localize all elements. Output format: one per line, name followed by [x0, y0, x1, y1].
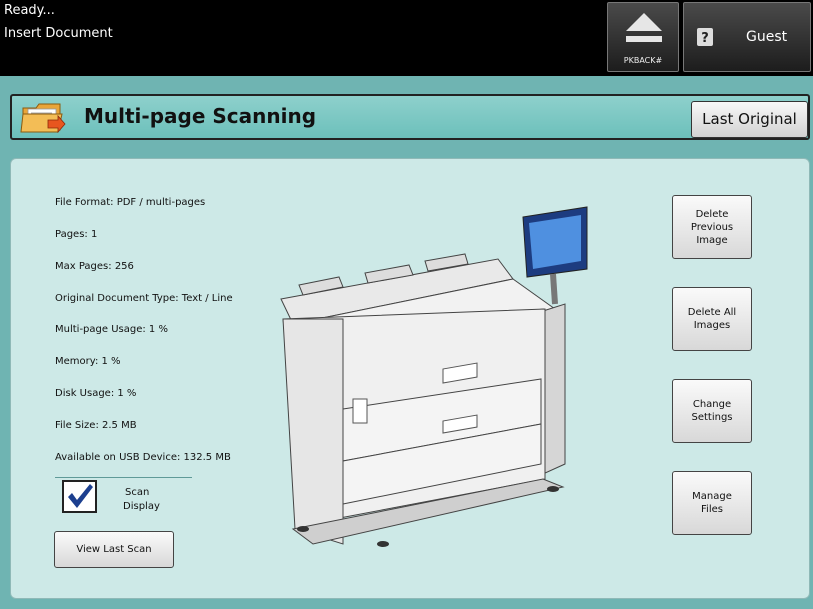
last-original-button[interactable]: Last Original — [691, 101, 808, 138]
folder-icon — [20, 103, 66, 134]
max-pages-text: Max Pages: 256 — [55, 261, 134, 272]
eject-label: PKBACK# — [623, 56, 663, 65]
disk-usage-text: Disk Usage: 1 % — [55, 388, 137, 399]
delete-all-images-button[interactable]: Delete All Images — [672, 287, 752, 351]
usb-available-text: Available on USB Device: 132.5 MB — [55, 452, 231, 463]
delete-all-images-label: Delete All Images — [687, 307, 737, 331]
title-panel: Multi-page Scanning — [10, 94, 810, 140]
delete-previous-image-button[interactable]: Delete Previous Image — [672, 195, 752, 259]
divider — [55, 477, 192, 478]
pages-text: Pages: 1 — [55, 229, 98, 240]
user-button[interactable]: ? Guest — [683, 2, 811, 72]
checkmark-icon — [68, 484, 93, 508]
multipage-usage-text: Multi-page Usage: 1 % — [55, 324, 168, 335]
original-type-text: Original Document Type: Text / Line — [55, 293, 233, 304]
guest-user-icon: ? — [697, 28, 713, 46]
scan-display-checkbox[interactable] — [62, 480, 97, 513]
delete-previous-image-label: Delete Previous Image — [690, 208, 734, 246]
printer-scanner-illustration — [280, 206, 588, 547]
manage-files-label: Manage Files — [692, 491, 732, 515]
file-format-text: File Format: PDF / multi-pages — [55, 197, 206, 208]
eject-icon — [626, 13, 662, 42]
change-settings-label: Change Settings — [691, 399, 733, 423]
scan-display-label: Display — [123, 501, 160, 512]
file-size-text: File Size: 2.5 MB — [55, 420, 137, 431]
page-title: Multi-page Scanning — [84, 104, 317, 128]
status-text-ready: Ready... — [4, 3, 55, 18]
status-bar: Ready... Insert Document PKBACK# ? Guest — [0, 0, 813, 76]
svg-text:?: ? — [701, 31, 709, 46]
eject-button[interactable]: PKBACK# — [607, 2, 679, 72]
manage-files-button[interactable]: Manage Files — [672, 471, 752, 535]
change-settings-button[interactable]: Change Settings — [672, 379, 752, 443]
memory-text: Memory: 1 % — [55, 356, 121, 367]
view-last-scan-button[interactable]: View Last Scan — [54, 531, 174, 568]
user-name-label: Guest — [746, 29, 788, 45]
scan-display-label: Scan — [125, 487, 150, 498]
main-panel: File Format: PDF / multi-pages Pages: 1 … — [10, 158, 810, 599]
status-text-instruction: Insert Document — [4, 26, 113, 41]
